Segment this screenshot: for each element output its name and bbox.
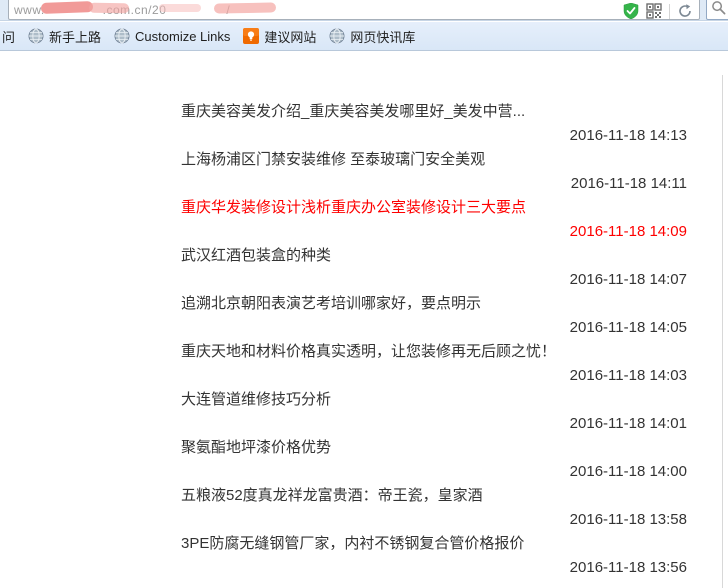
toolbar-separator (669, 4, 670, 19)
search-box[interactable] (706, 0, 728, 20)
favorites-item[interactable]: 新手上路 (28, 27, 101, 46)
article-item: 武汉红酒包装盒的种类2016-11-18 14:07 (181, 244, 687, 292)
article-item: 重庆美容美发介绍_重庆美容美发哪里好_美发中营...2016-11-18 14:… (181, 100, 687, 148)
article-title-link[interactable]: 重庆华发装修设计浅析重庆办公室装修设计三大要点 (181, 196, 687, 220)
favorites-item[interactable]: Customize Links (114, 28, 230, 44)
article-date: 2016-11-18 14:09 (181, 220, 687, 244)
article-date: 2016-11-18 14:05 (181, 316, 687, 340)
redaction-scribble (214, 2, 276, 13)
globe-icon (28, 28, 44, 44)
address-bar[interactable]: www..com.cn/20/ (8, 0, 700, 20)
refresh-icon[interactable] (677, 3, 693, 19)
article-list: 重庆美容美发介绍_重庆美容美发哪里好_美发中营...2016-11-18 14:… (181, 100, 687, 580)
article-item: 重庆华发装修设计浅析重庆办公室装修设计三大要点2016-11-18 14:09 (181, 196, 687, 244)
globe-icon (329, 28, 345, 44)
article-date: 2016-11-18 14:13 (181, 124, 687, 148)
article-item: 聚氨酯地坪漆价格优势2016-11-18 14:00 (181, 436, 687, 484)
favorites-item[interactable]: 问 (2, 27, 15, 46)
search-icon[interactable] (711, 0, 727, 16)
redaction-scribble (89, 3, 129, 14)
globe-icon (114, 28, 130, 44)
article-item: 3PE防腐无缝钢管厂家，内衬不锈钢复合管价格报价2016-11-18 13:56 (181, 532, 687, 580)
scrollbar-edge (722, 75, 723, 588)
article-title-link[interactable]: 重庆美容美发介绍_重庆美容美发哪里好_美发中营... (181, 100, 687, 124)
article-item: 五粮液52度真龙祥龙富贵酒：帝王瓷，皇家酒2016-11-18 13:58 (181, 484, 687, 532)
article-date: 2016-11-18 14:01 (181, 412, 687, 436)
article-title-link[interactable]: 聚氨酯地坪漆价格优势 (181, 436, 687, 460)
favorites-bar: 问 新手上路 Customize Links 建议网站 (0, 22, 728, 51)
redaction-scribble (41, 1, 93, 14)
browser-chrome-top: www..com.cn/20/ (0, 0, 728, 21)
article-item: 上海杨浦区门禁安装维修 至泰玻璃门安全美观2016-11-18 14:11 (181, 148, 687, 196)
article-date: 2016-11-18 14:00 (181, 460, 687, 484)
article-title-link[interactable]: 3PE防腐无缝钢管厂家，内衬不锈钢复合管价格报价 (181, 532, 687, 556)
qr-code-icon[interactable] (646, 3, 662, 19)
article-title-link[interactable]: 五粮液52度真龙祥龙富贵酒：帝王瓷，皇家酒 (181, 484, 687, 508)
article-date: 2016-11-18 14:11 (181, 172, 687, 196)
article-title-link[interactable]: 武汉红酒包装盒的种类 (181, 244, 687, 268)
favorites-item-label: Customize Links (135, 29, 230, 44)
article-date: 2016-11-18 13:58 (181, 508, 687, 532)
page-content: 重庆美容美发介绍_重庆美容美发哪里好_美发中营...2016-11-18 14:… (0, 51, 728, 588)
favorites-item-label: 问 (2, 27, 15, 46)
article-title-link[interactable]: 大连管道维修技巧分析 (181, 388, 687, 412)
safety-shield-icon[interactable] (623, 3, 639, 19)
article-title-link[interactable]: 上海杨浦区门禁安装维修 至泰玻璃门安全美观 (181, 148, 687, 172)
favorites-item-label: 新手上路 (49, 27, 101, 46)
favorites-item[interactable]: 建议网站 (243, 27, 316, 46)
article-date: 2016-11-18 14:07 (181, 268, 687, 292)
article-item: 大连管道维修技巧分析2016-11-18 14:01 (181, 388, 687, 436)
article-date: 2016-11-18 13:56 (181, 556, 687, 580)
article-date: 2016-11-18 14:03 (181, 364, 687, 388)
article-title-link[interactable]: 重庆天地和材料价格真实透明，让您装修再无后顾之忧！ (181, 340, 687, 364)
article-title-link[interactable]: 追溯北京朝阳表演艺考培训哪家好，要点明示 (181, 292, 687, 316)
favorites-item-label: 网页快讯库 (350, 27, 415, 46)
redaction-scribble (159, 4, 201, 12)
favorites-item-label: 建议网站 (264, 27, 316, 46)
suggestion-bulb-icon (243, 28, 259, 44)
article-item: 重庆天地和材料价格真实透明，让您装修再无后顾之忧！2016-11-18 14:0… (181, 340, 687, 388)
favorites-item[interactable]: 网页快讯库 (329, 27, 415, 46)
article-item: 追溯北京朝阳表演艺考培训哪家好，要点明示2016-11-18 14:05 (181, 292, 687, 340)
